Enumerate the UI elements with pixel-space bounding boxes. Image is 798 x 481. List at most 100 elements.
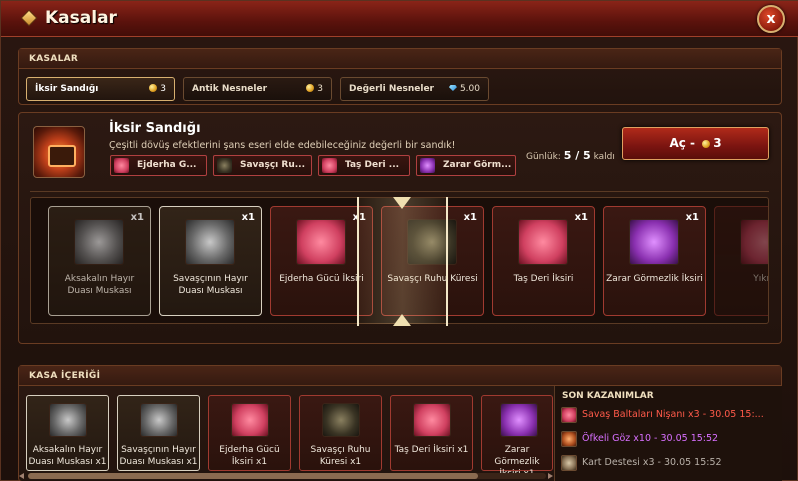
tab-cost: 3 <box>306 78 323 100</box>
green-potion-icon <box>413 403 451 437</box>
featured-item-label: Ejderha G... <box>137 160 197 170</box>
green-potion-icon <box>518 219 568 265</box>
daily-value: 5 / 5 <box>563 149 591 162</box>
red-horn-icon <box>231 403 269 437</box>
tab-cost: 5.00 <box>448 78 480 100</box>
strip-card: x1 Taş Deri İksiri <box>492 206 595 316</box>
close-button[interactable]: x <box>757 5 785 33</box>
card-qty: x1 <box>241 212 255 223</box>
card-name: Taş Deri İksiri <box>513 274 574 284</box>
content-item[interactable]: Ejderha Gücü İksiri x1 <box>208 395 291 471</box>
daily-suffix: kaldı <box>593 152 615 162</box>
axe-badge-icon <box>561 406 577 423</box>
chest-title: İksir Sandığı <box>109 121 201 136</box>
selector-arrow-up-icon <box>393 314 411 326</box>
amulet-icon <box>140 403 178 437</box>
card-deck-icon <box>561 454 577 471</box>
recent-win-row: Savaş Baltaları Nişanı x3 - 30.05 15:... <box>561 406 777 424</box>
selection-line-left <box>357 197 359 326</box>
tab-cost-value: 3 <box>160 84 166 94</box>
orb-icon <box>217 158 232 173</box>
strip-card: x1 Zarar Görmezlik İksiri <box>603 206 706 316</box>
scroll-thumb[interactable] <box>28 473 478 479</box>
contents-header: KASA İÇERİĞİ <box>19 366 781 386</box>
tab-cost-value: 3 <box>317 84 323 94</box>
recent-win-text: Kart Destesi x3 - 30.05 15:52 <box>582 457 722 468</box>
red-horn-icon <box>296 219 346 265</box>
content-item[interactable]: Savaşçının Hayır Duası Muskası x1 <box>117 395 200 471</box>
card-name: Savaşçının Hayır Duası Muskası <box>173 274 248 296</box>
chest-window: Kasalar x KASALAR İksir Sandığı 3 Antik … <box>0 0 798 481</box>
recent-wins-panel: SON KAZANIMLAR Savaş Baltaları Nişanı x3… <box>554 386 782 481</box>
amulet-icon <box>74 219 124 265</box>
tab-cost-value: 5.00 <box>459 84 480 94</box>
chest-description: Çeşitli dövüş efektlerini şans eseri eld… <box>109 140 456 151</box>
card-name: Aksakalın Hayır Duası Muskası <box>64 274 135 296</box>
content-item-name: Taş Deri İksiri x1 <box>394 445 469 455</box>
chest-icon <box>33 126 85 178</box>
open-cost: 3 <box>713 136 722 150</box>
tab-antik-nesneler[interactable]: Antik Nesneler 3 <box>183 77 332 101</box>
content-item[interactable]: Zarar Görmezlik İksiri x1 <box>481 395 553 479</box>
featured-item[interactable]: Ejderha G... <box>110 155 207 176</box>
card-name: Ejderha Gücü İksiri <box>279 274 364 284</box>
title-bar[interactable]: Kasalar x <box>1 1 798 37</box>
potion-icon <box>740 219 768 265</box>
open-label: Aç - <box>669 136 695 150</box>
divider <box>30 191 769 192</box>
red-horn-icon <box>114 158 129 173</box>
strip-card: Yıkım <box>714 206 769 316</box>
scroll-right-arrow-icon[interactable] <box>548 473 553 479</box>
tab-iksir-sandigi[interactable]: İksir Sandığı 3 <box>26 77 175 101</box>
scroll-left-arrow-icon[interactable] <box>19 473 24 479</box>
card-qty: x1 <box>685 212 699 223</box>
kasalar-header: KASALAR <box>19 49 781 69</box>
content-item-name: Aksakalın Hayır Duası Muskası x1 <box>28 445 107 467</box>
coin-icon <box>149 84 158 92</box>
featured-item[interactable]: Zarar Görm... <box>416 155 516 176</box>
tab-label: Antik Nesneler <box>192 84 268 94</box>
coin-icon <box>306 84 315 92</box>
daily-limit: Günlük: 5 / 5 kaldı <box>526 149 615 162</box>
strip-card: x1 Savaşçının Hayır Duası Muskası <box>159 206 262 316</box>
content-item[interactable]: Savaşçı Ruhu Küresi x1 <box>299 395 382 471</box>
content-item[interactable]: Taş Deri İksiri x1 <box>390 395 473 471</box>
featured-item[interactable]: Savaşçı Ru... <box>213 155 312 176</box>
card-qty: x1 <box>574 212 588 223</box>
recent-wins-title: SON KAZANIMLAR <box>562 391 654 401</box>
content-item-name: Savaşçının Hayır Duası Muskası x1 <box>119 445 198 467</box>
selection-glow <box>358 198 447 324</box>
recent-win-text: Savaş Baltaları Nişanı x3 - 30.05 15:... <box>582 409 764 420</box>
card-name: Zarar Görmezlik İksiri <box>606 274 703 284</box>
selection-line-right <box>446 197 448 326</box>
contents-scrollbar[interactable] <box>28 473 546 479</box>
strip-card: x1 Aksakalın Hayır Duası Muskası <box>48 206 151 316</box>
tab-degerli-nesneler[interactable]: Değerli Nesneler 5.00 <box>340 77 489 101</box>
card-qty: x1 <box>130 212 144 223</box>
open-chest-button[interactable]: Aç - 3 <box>622 127 769 160</box>
recent-win-text: Öfkeli Göz x10 - 30.05 15:52 <box>582 433 719 444</box>
content-item[interactable]: Aksakalın Hayır Duası Muskası x1 <box>26 395 109 471</box>
content-item-name: Savaşçı Ruhu Küresi x1 <box>310 445 371 467</box>
diamond-icon <box>20 9 38 27</box>
tab-label: Değerli Nesneler <box>349 84 434 94</box>
featured-item[interactable]: Taş Deri ... <box>318 155 410 176</box>
green-potion-icon <box>322 158 337 173</box>
daily-label: Günlük: <box>526 152 561 162</box>
eye-icon <box>561 430 577 447</box>
card-qty: x1 <box>463 212 477 223</box>
recent-win-row: Kart Destesi x3 - 30.05 15:52 <box>561 454 777 472</box>
featured-item-label: Taş Deri ... <box>345 160 400 170</box>
purple-potion-icon <box>500 403 538 437</box>
amulet-icon <box>49 403 87 437</box>
tab-label: İksir Sandığı <box>35 84 99 94</box>
featured-item-label: Zarar Görm... <box>443 160 512 170</box>
purple-potion-icon <box>420 158 435 173</box>
card-name: Yıkım <box>753 274 769 284</box>
coin-icon <box>702 140 711 148</box>
window-title: Kasalar <box>45 8 117 28</box>
gem-icon <box>448 85 457 91</box>
selector-arrow-down-icon <box>393 197 411 209</box>
amulet-icon <box>185 219 235 265</box>
tab-cost: 3 <box>149 78 166 100</box>
